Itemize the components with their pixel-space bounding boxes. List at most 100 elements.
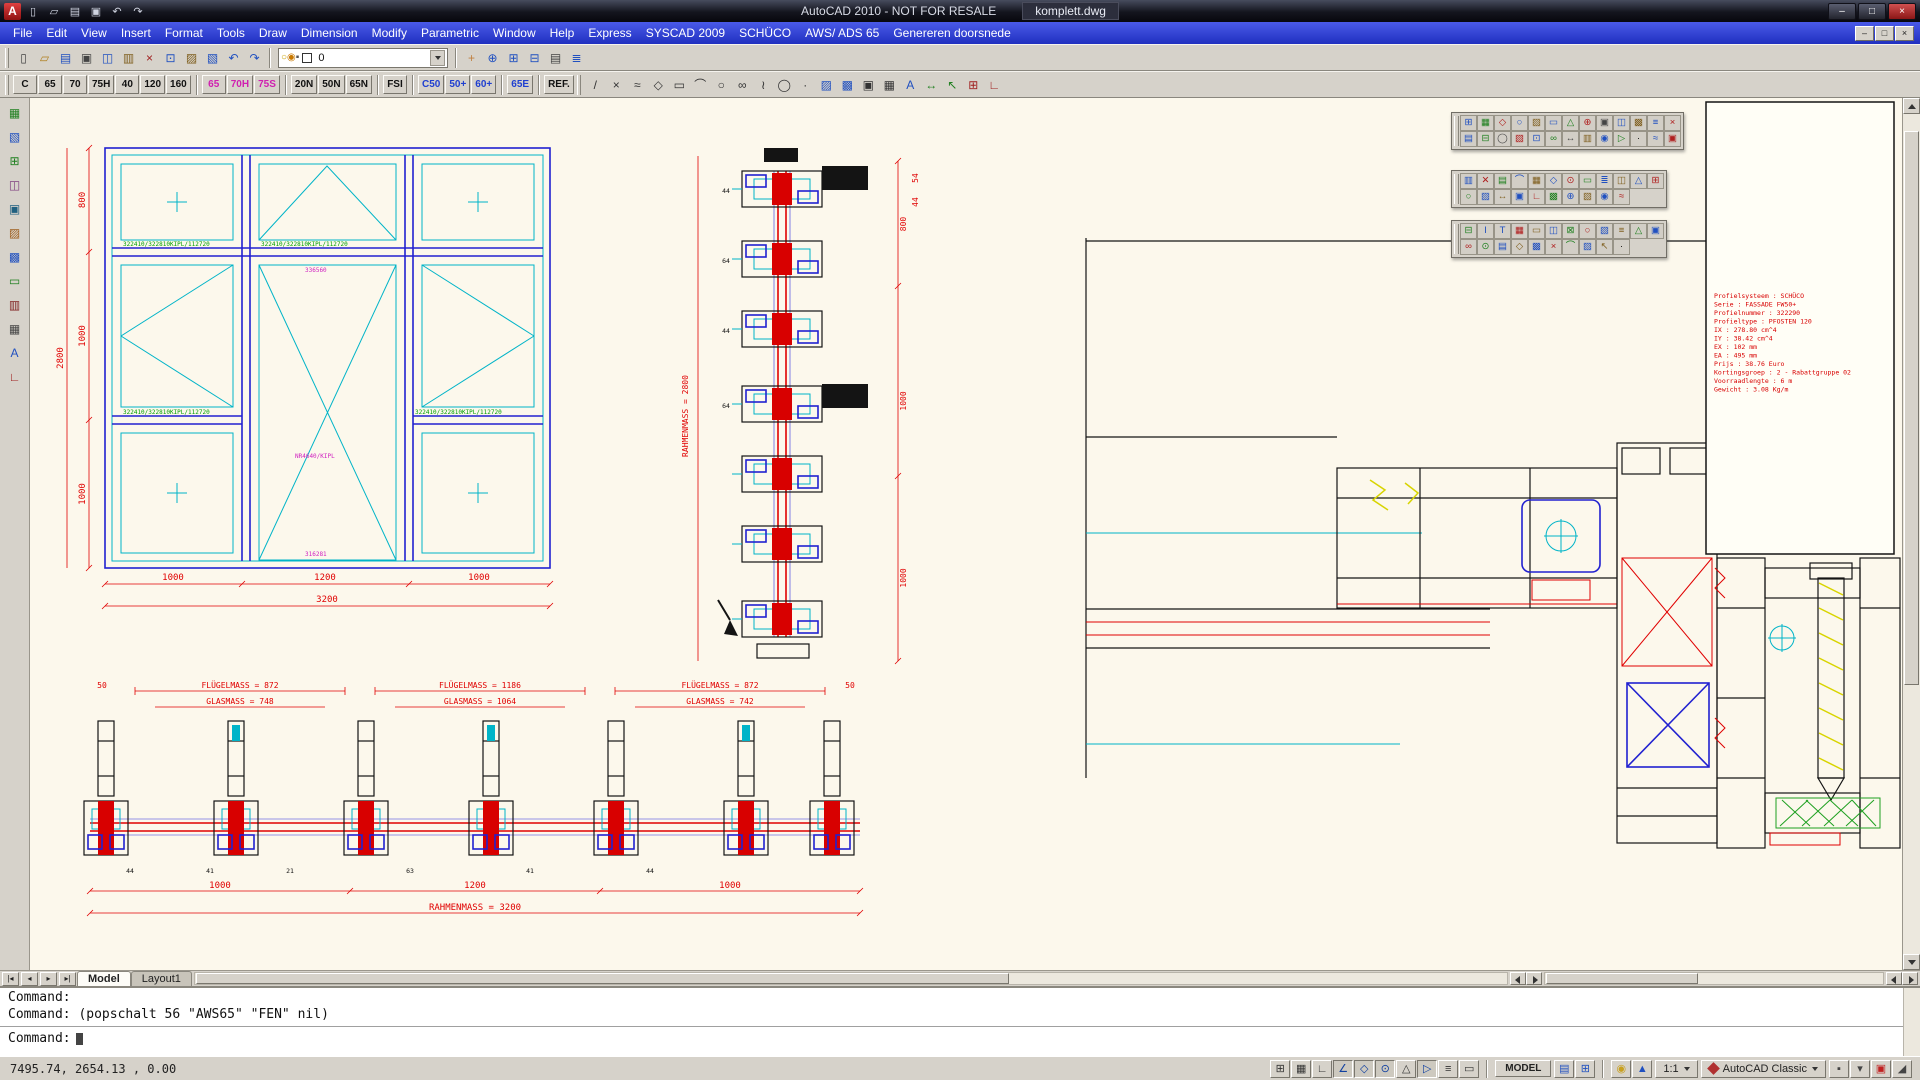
profile-button-3[interactable]: 75H — [88, 75, 114, 94]
menu-item-genereren-doorsnede[interactable]: Genereren doorsnede — [886, 24, 1017, 42]
cad-tool-icon-20[interactable]: ◉ — [1596, 189, 1613, 205]
arc-icon[interactable]: ⌒ — [690, 74, 711, 95]
cad-tool-icon-18[interactable]: ∞ — [1545, 131, 1562, 147]
copy-icon[interactable]: ⊡ — [160, 47, 181, 68]
cad-tool-icon-14[interactable]: ▤ — [1494, 239, 1511, 255]
cad-tool-icon-12[interactable]: ○ — [1460, 189, 1477, 205]
scroll-down-button[interactable] — [1903, 954, 1920, 970]
qp-toggle[interactable]: ▭ — [1459, 1060, 1479, 1078]
doc-minimize-button[interactable]: – — [1855, 26, 1874, 41]
gradient-icon[interactable]: ▩ — [837, 74, 858, 95]
profile-button-1[interactable]: 50N — [318, 75, 344, 94]
layer-freeze-sun-icon[interactable]: ◉ — [287, 52, 296, 63]
cad-tool-icon-6[interactable]: △ — [1562, 115, 1579, 131]
minimize-button[interactable]: – — [1828, 3, 1856, 20]
cad-tool-icon-22[interactable]: ▷ — [1613, 131, 1630, 147]
cad-tool-icon-15[interactable]: ◯ — [1494, 131, 1511, 147]
profile-button-6[interactable]: 160 — [166, 75, 191, 94]
maximize-button[interactable]: □ — [1858, 3, 1886, 20]
publish-icon[interactable]: ▥ — [118, 47, 139, 68]
snap-toggle[interactable]: ⊞ — [1270, 1060, 1290, 1078]
cad-tool-icon-17[interactable]: ⊡ — [1528, 131, 1545, 147]
zoom-previous-icon[interactable]: ⊟ — [524, 47, 545, 68]
cad-tool-icon-2[interactable]: ◇ — [1494, 115, 1511, 131]
menu-item-express[interactable]: Express — [581, 24, 638, 42]
cad-tool-icon-4[interactable]: ▭ — [1528, 223, 1545, 239]
vscroll-thumb[interactable] — [1904, 131, 1919, 685]
cad-tool-icon-20[interactable]: ↖ — [1596, 239, 1613, 255]
menu-item-modify[interactable]: Modify — [365, 24, 414, 42]
leader-icon[interactable]: ↖ — [942, 74, 963, 95]
cad-tool-icon-13[interactable]: ▤ — [1460, 131, 1477, 147]
cad-tool-icon-10[interactable]: △ — [1630, 223, 1647, 239]
quick-view-layouts-icon[interactable]: ▤ — [1554, 1060, 1574, 1078]
last-layout-button[interactable]: ▸| — [59, 972, 76, 986]
rectangle-icon[interactable]: ▭ — [669, 74, 690, 95]
block-icon[interactable]: ◫ — [4, 174, 26, 195]
command-scrollbar[interactable] — [1903, 988, 1920, 1056]
profile-button-0[interactable]: C — [13, 75, 37, 94]
toolbar-lock-icon[interactable]: ▪ — [1829, 1060, 1849, 1078]
toolbar-grip[interactable] — [5, 75, 9, 95]
cad-tool-icon-19[interactable]: ▧ — [1579, 189, 1596, 205]
cad-tool-icon-3[interactable]: ▦ — [1511, 223, 1528, 239]
osnap-toggle[interactable]: ◇ — [1354, 1060, 1374, 1078]
cad-tool-icon-12[interactable]: ∞ — [1460, 239, 1477, 255]
cad-tool-icon-5[interactable]: ◫ — [1545, 223, 1562, 239]
cad-tool-icon-15[interactable]: ▣ — [1511, 189, 1528, 205]
profile-button-1[interactable]: 70H — [227, 75, 253, 94]
cad-tool-icon-10[interactable]: △ — [1630, 173, 1647, 189]
menu-item-edit[interactable]: Edit — [39, 24, 74, 42]
cad-tool-icon-21[interactable]: ◉ — [1596, 131, 1613, 147]
dim-linear-icon[interactable]: ↔ — [921, 74, 942, 95]
profile-button-0[interactable]: 20N — [291, 75, 317, 94]
menu-item-window[interactable]: Window — [486, 24, 543, 42]
cad-tool-icon-4[interactable]: ▨ — [1528, 115, 1545, 131]
match-properties-icon[interactable]: ▧ — [202, 47, 223, 68]
profile-button-2[interactable]: 75S — [254, 75, 280, 94]
polar-toggle[interactable]: ∠ — [1333, 1060, 1353, 1078]
menu-item-insert[interactable]: Insert — [114, 24, 158, 42]
polygon-icon[interactable]: ◇ — [648, 74, 669, 95]
xref-icon[interactable]: ▣ — [4, 198, 26, 219]
cad-tool-icon-9[interactable]: ◫ — [1613, 173, 1630, 189]
menu-item-file[interactable]: File — [6, 24, 39, 42]
ellipse-icon[interactable]: ◯ — [774, 74, 795, 95]
cad-tool-icon-9[interactable]: ◫ — [1613, 115, 1630, 131]
close-button[interactable]: × — [1888, 3, 1916, 20]
cut-icon[interactable]: × — [139, 47, 160, 68]
cad-tool-icon-17[interactable]: × — [1545, 239, 1562, 255]
sheet-set-icon[interactable]: ▦ — [4, 102, 26, 123]
hscroll2-thumb[interactable] — [1546, 973, 1698, 984]
cad-tool-icon-13[interactable]: ▨ — [1477, 189, 1494, 205]
annotation-scale[interactable]: 1:1 — [1655, 1060, 1697, 1078]
cad-tool-icon-11[interactable]: ≡ — [1647, 115, 1664, 131]
menu-item-view[interactable]: View — [74, 24, 114, 42]
command-splitter[interactable] — [0, 1026, 1920, 1027]
cad-tool-icon-7[interactable]: ⊕ — [1579, 115, 1596, 131]
cad-tool-icon-11[interactable]: ⊞ — [1647, 173, 1664, 189]
ortho-tool-icon[interactable]: ∟ — [984, 74, 1005, 95]
zoom-window-icon[interactable]: ⊞ — [503, 47, 524, 68]
cad-tool-icon-2[interactable]: ▤ — [1494, 173, 1511, 189]
cad-tool-icon-19[interactable]: ▨ — [1579, 239, 1596, 255]
profile-button-0[interactable]: 65 — [202, 75, 226, 94]
hscroll-left-button[interactable] — [1510, 972, 1526, 985]
menu-item-syscad-2009[interactable]: SYSCAD 2009 — [639, 24, 732, 42]
command-prompt[interactable]: Command: — [0, 1029, 1920, 1046]
cad-tool-icon-8[interactable]: ▧ — [1596, 223, 1613, 239]
profile-button-1[interactable]: 50+ — [445, 75, 470, 94]
cad-tool-icon-1[interactable]: ✕ — [1477, 173, 1494, 189]
pan-icon[interactable]: + — [461, 47, 482, 68]
point-icon[interactable]: · — [795, 74, 816, 95]
status-menu-icon[interactable]: ▾ — [1850, 1060, 1870, 1078]
cad-tool-icon-16[interactable]: ▩ — [1528, 239, 1545, 255]
layer-properties-icon[interactable]: ≣ — [566, 47, 587, 68]
cad-tool-icon-8[interactable]: ▣ — [1596, 115, 1613, 131]
cad-tool-icon-25[interactable]: ▣ — [1664, 131, 1681, 147]
vertical-scrollbar[interactable] — [1902, 98, 1920, 970]
cad-tool-icon-24[interactable]: ≈ — [1647, 131, 1664, 147]
cad-tool-icon-17[interactable]: ▩ — [1545, 189, 1562, 205]
plot-preview-icon[interactable]: ◫ — [97, 47, 118, 68]
profile-button-0[interactable]: 65E — [507, 75, 533, 94]
